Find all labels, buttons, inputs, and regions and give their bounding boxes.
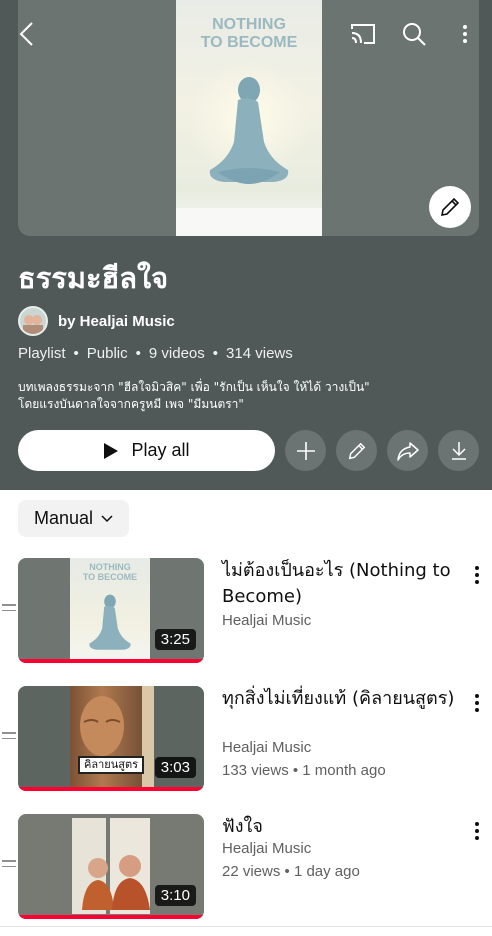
meta-views: 314 views (226, 345, 293, 362)
edit-icon (348, 442, 365, 459)
channel-row[interactable]: by Healjai Music (18, 306, 175, 336)
thumbnail-panel (142, 686, 154, 791)
channel-name[interactable]: by Healjai Music (58, 313, 175, 330)
back-button[interactable] (10, 17, 44, 51)
description-line: โดยแรงบันดาลใจจากครูหมี เพจ "มีมนตรา" (18, 397, 244, 411)
avatar[interactable] (18, 306, 48, 336)
thumbnail-caption: คิลายนสูตร (78, 756, 145, 774)
video-more-button[interactable] (470, 692, 484, 714)
description-line: บทเพลงธรรมะจาก "ฮีลใจมิวสิค" เพื่อ "รักเ… (18, 380, 370, 394)
play-icon (104, 442, 119, 459)
drag-handle-icon[interactable] (2, 860, 16, 870)
playlist-video-row[interactable]: คิลายนสูตร 3:03 ทุกสิ่งไม่เที่ยงแท้ (คิล… (0, 686, 492, 792)
video-thumbnail[interactable]: 3:10 (18, 814, 204, 919)
more-icon-dot (475, 708, 479, 712)
edit-icon (440, 197, 460, 217)
more-icon-dot (463, 39, 467, 43)
more-icon-dot (475, 836, 479, 840)
poster-footer (176, 208, 322, 236)
share-icon (396, 441, 419, 461)
playlist-video-row[interactable]: NOTHING TO BECOME 3:25 ไม่ต้องเป็นอะไร (… (0, 558, 492, 664)
video-stats: 133 views • 1 month ago (222, 762, 386, 779)
playlist-video-row[interactable]: 3:10 ฟังใจ Healjai Music 22 views • 1 da… (0, 814, 492, 920)
meta-visibility: Public (86, 345, 128, 362)
meta-type: Playlist (18, 345, 66, 362)
meta-separator: • (212, 345, 219, 362)
download-button[interactable] (438, 430, 479, 471)
playlist-meta: Playlist • Public • 9 videos • 314 views (18, 345, 293, 362)
more-icon-dot (475, 566, 479, 570)
chevron-down-icon (101, 514, 113, 522)
buddha-statue-illustration (80, 696, 124, 756)
video-title[interactable]: ไม่ต้องเป็นอะไร (Nothing to Become) (222, 558, 468, 610)
video-duration: 3:10 (154, 885, 196, 906)
thumbnail-title-line1: NOTHING (89, 562, 131, 572)
drag-handle-icon[interactable] (2, 604, 16, 614)
video-channel: Healjai Music (222, 612, 312, 629)
poster-title-line2: TO BECOME (200, 34, 298, 51)
monks-illustration (82, 855, 150, 910)
more-button[interactable] (458, 23, 472, 45)
video-duration: 3:03 (154, 757, 196, 778)
more-icon-dot (463, 32, 467, 36)
thumbnail-poster (70, 686, 154, 791)
video-channel: Healjai Music (222, 739, 312, 756)
play-all-button[interactable]: Play all (18, 430, 275, 471)
meta-video-count: 9 videos (148, 345, 205, 362)
video-more-button[interactable] (470, 820, 484, 842)
thumbnail-poster: NOTHING TO BECOME (70, 558, 150, 663)
more-icon-dot (475, 573, 479, 577)
playlist-header: NOTHING TO BECOME ธรรมะฮีลใจ by Healjai … (0, 0, 492, 490)
drag-handle-icon[interactable] (2, 732, 16, 742)
meta-separator: • (135, 345, 141, 362)
poster-title-line1: NOTHING (212, 16, 286, 33)
video-more-button[interactable] (470, 564, 484, 586)
add-icon (296, 441, 315, 460)
video-thumbnail[interactable]: คิลายนสูตร 3:03 (18, 686, 204, 791)
edit-playlist-button[interactable] (336, 430, 377, 471)
playlist-description[interactable]: บทเพลงธรรมะจาก "ฮีลใจมิวสิค" เพื่อ "รักเ… (18, 379, 478, 413)
thumbnail-title-line2: TO BECOME (82, 572, 138, 582)
meditating-figure-illustration (89, 594, 131, 650)
more-icon-dot (475, 701, 479, 705)
video-stats: 22 views • 1 day ago (222, 863, 360, 880)
search-icon (403, 23, 426, 46)
video-title[interactable]: ฟังใจ (222, 814, 468, 840)
more-icon-dot (475, 829, 479, 833)
bottom-navigation-bar (0, 926, 492, 936)
play-all-label: Play all (131, 440, 190, 460)
watch-progress-bar (18, 787, 204, 791)
more-icon-dot (475, 822, 479, 826)
cast-button[interactable] (346, 17, 380, 51)
cast-icon (351, 24, 375, 44)
meditating-figure-illustration (209, 77, 289, 184)
watch-progress-bar (18, 659, 204, 663)
sort-label: Manual (33, 508, 94, 528)
playlist-title: ธรรมะฮีลใจ (18, 261, 169, 295)
edit-cover-button[interactable] (429, 186, 471, 228)
more-icon-dot (463, 25, 467, 29)
avatar-image (23, 315, 43, 334)
meta-separator: • (73, 345, 79, 362)
download-icon (451, 441, 466, 460)
watch-progress-bar (18, 915, 204, 919)
video-thumbnail[interactable]: NOTHING TO BECOME 3:25 (18, 558, 204, 663)
add-to-button[interactable] (285, 430, 326, 471)
video-title[interactable]: ทุกสิ่งไม่เที่ยงแท้ (คิลายนสูตร) (222, 686, 468, 712)
back-icon (19, 22, 33, 46)
playlist-page: NOTHING TO BECOME ธรรมะฮีลใจ by Healjai … (0, 0, 492, 936)
video-duration: 3:25 (154, 629, 196, 650)
sort-dropdown[interactable]: Manual (18, 500, 129, 537)
share-button[interactable] (387, 430, 428, 471)
cover-poster: NOTHING TO BECOME (176, 0, 322, 236)
video-channel: Healjai Music (222, 840, 312, 857)
more-icon-dot (475, 694, 479, 698)
search-button[interactable] (397, 17, 431, 51)
more-icon-dot (475, 580, 479, 584)
